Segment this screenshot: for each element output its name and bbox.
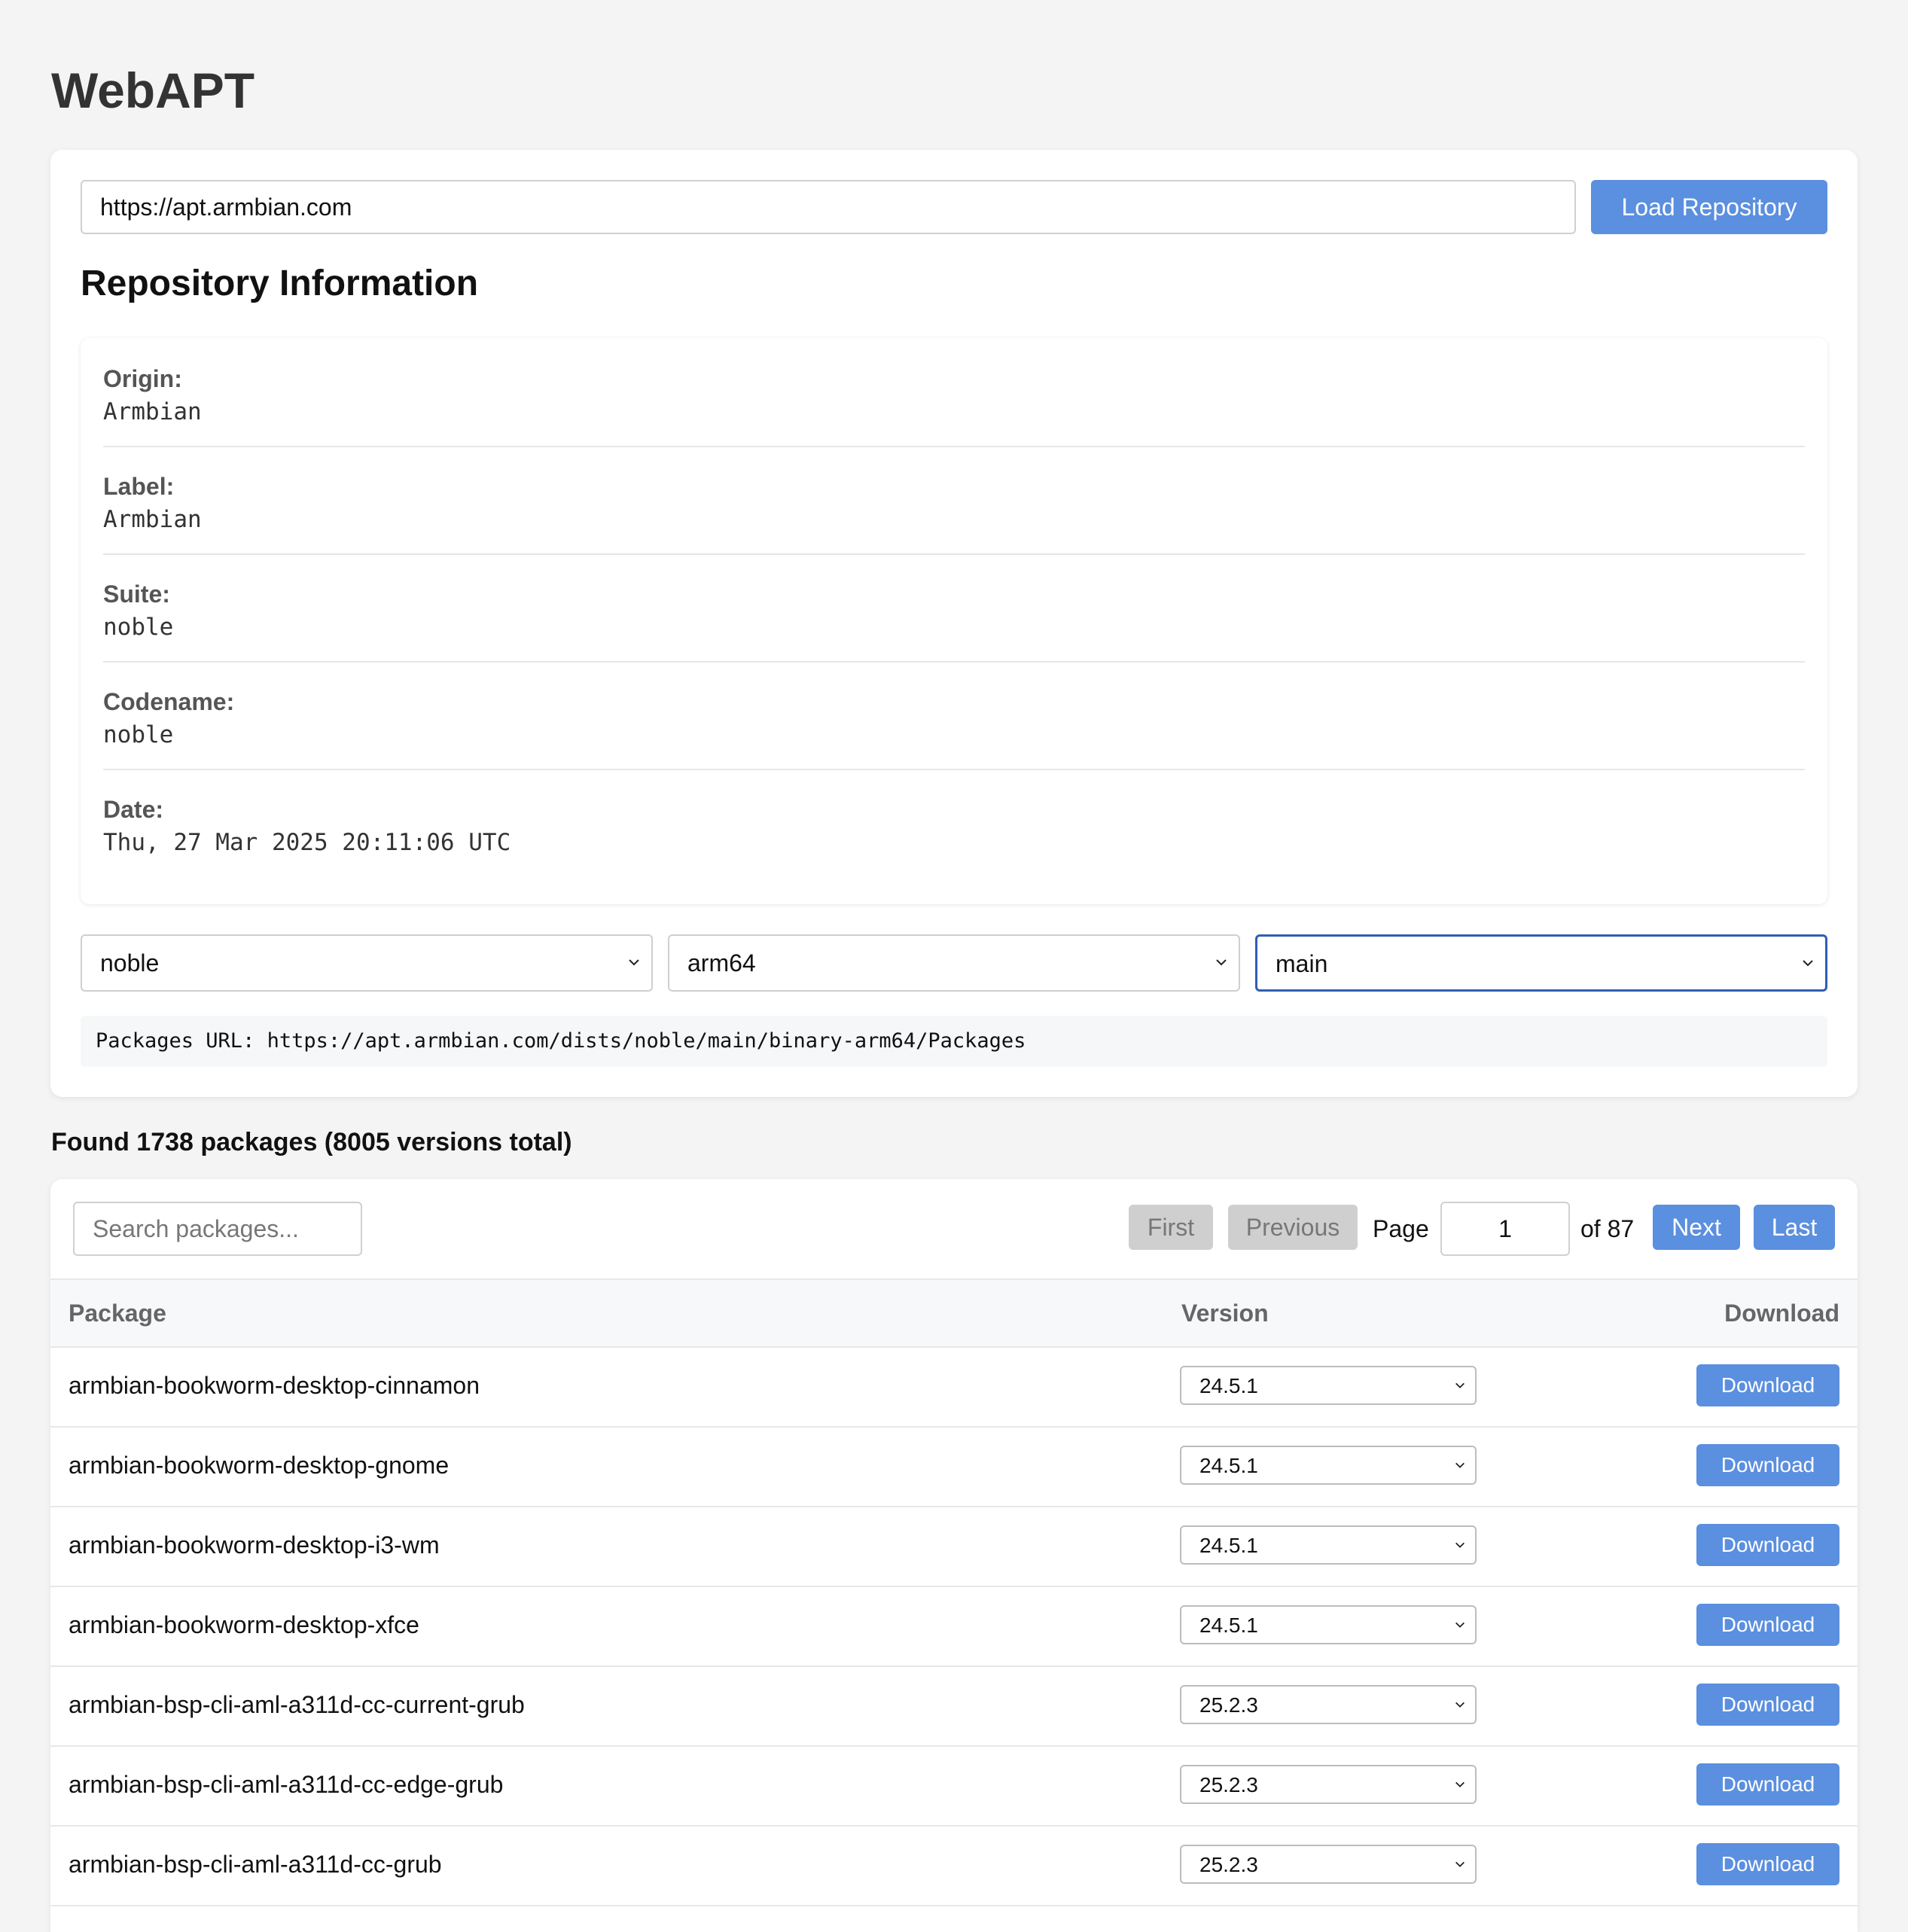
package-name: armbian-bsp-cli-aml-a311d-cc-current-gru…	[69, 1691, 525, 1718]
info-row-label: Label: Armbian	[103, 446, 1805, 555]
chevron-down-icon	[1455, 1382, 1465, 1388]
version-select-value: 25.2.3	[1199, 1853, 1258, 1876]
package-name: armbian-bsp-cli-aml-a311d-cc-edge-grub	[69, 1771, 504, 1798]
package-name: armbian-bookworm-desktop-cinnamon	[69, 1372, 480, 1399]
version-select-value: 25.2.3	[1199, 1693, 1258, 1717]
download-button[interactable]: Download	[1696, 1684, 1839, 1726]
chevron-down-icon	[1455, 1861, 1465, 1867]
version-select-value: 24.5.1	[1199, 1374, 1258, 1397]
first-page-button[interactable]: First	[1129, 1205, 1213, 1250]
table-row: armbian-bookworm-desktop-gnome 24.5.1 Do…	[50, 1426, 1858, 1507]
next-page-button[interactable]: Next	[1653, 1205, 1740, 1250]
package-name: armbian-bsp-cli-aml-a311d-cc-grub	[69, 1851, 442, 1878]
version-select[interactable]: 24.5.1	[1180, 1366, 1477, 1405]
download-button[interactable]: Download	[1696, 1364, 1839, 1406]
info-value: noble	[103, 721, 174, 748]
info-label: Codename:	[103, 688, 235, 715]
chevron-down-icon	[1216, 959, 1227, 966]
package-count-summary: Found 1738 packages (8005 versions total…	[51, 1128, 572, 1156]
chevron-down-icon	[1455, 1781, 1465, 1787]
info-value: Thu, 27 Mar 2025 20:11:06 UTC	[103, 829, 511, 856]
architecture-select[interactable]: arm64	[668, 934, 1240, 992]
chevron-down-icon	[1455, 1542, 1465, 1548]
info-label: Date:	[103, 796, 164, 823]
info-label: Suite:	[103, 581, 170, 608]
previous-page-button[interactable]: Previous	[1228, 1205, 1358, 1250]
download-button[interactable]: Download	[1696, 1843, 1839, 1885]
info-row-date: Date: Thu, 27 Mar 2025 20:11:06 UTC	[103, 769, 1805, 876]
component-select[interactable]: main	[1255, 934, 1827, 992]
load-repository-button[interactable]: Load Repository	[1591, 180, 1827, 234]
version-select[interactable]: 25.2.3	[1180, 1845, 1477, 1884]
chevron-down-icon	[1455, 1462, 1465, 1468]
info-value: Armbian	[103, 506, 202, 533]
download-button[interactable]: Download	[1696, 1524, 1839, 1566]
download-button[interactable]: Download	[1696, 1763, 1839, 1806]
column-header-version: Version	[1181, 1300, 1269, 1327]
table-row: armbian-bsp-cli-aml-a311d-cc-current-gru…	[50, 1665, 1858, 1747]
page-label: Page	[1373, 1215, 1429, 1242]
table-row: armbian-bookworm-desktop-cinnamon 24.5.1…	[50, 1346, 1858, 1428]
repository-url-input[interactable]	[81, 180, 1576, 234]
search-input[interactable]	[73, 1202, 362, 1256]
info-value: Armbian	[103, 398, 202, 425]
chevron-down-icon	[1803, 960, 1813, 967]
table-header: Package Version Download	[50, 1278, 1858, 1348]
package-name: armbian-bookworm-desktop-xfce	[69, 1611, 419, 1638]
package-name: armbian-bookworm-desktop-gnome	[69, 1452, 450, 1479]
table-row: armbian-bsp-cli-aml-a311d-cc-edge-grub 2…	[50, 1745, 1858, 1827]
info-label: Label:	[103, 473, 175, 500]
app-title: WebAPT	[51, 62, 255, 118]
repository-info-card: Origin: Armbian Label: Armbian Suite: no…	[81, 338, 1827, 904]
version-select[interactable]: 24.5.1	[1180, 1525, 1477, 1565]
version-select[interactable]: 25.2.3	[1180, 1685, 1477, 1724]
table-row: armbian-bookworm-desktop-i3-wm 24.5.1 Do…	[50, 1506, 1858, 1587]
chevron-down-icon	[629, 959, 639, 966]
version-select-value: 24.5.1	[1199, 1534, 1258, 1557]
info-label: Origin:	[103, 365, 182, 392]
version-select-value: 24.5.1	[1199, 1454, 1258, 1477]
version-select-value: 24.5.1	[1199, 1614, 1258, 1637]
distribution-select-value: noble	[100, 949, 160, 977]
repository-panel: Load Repository Repository Information O…	[50, 150, 1858, 1097]
column-header-package: Package	[69, 1300, 166, 1327]
download-button[interactable]: Download	[1696, 1444, 1839, 1486]
download-button[interactable]: Download	[1696, 1604, 1839, 1646]
architecture-select-value: arm64	[687, 949, 756, 977]
distribution-select[interactable]: noble	[81, 934, 653, 992]
packages-panel: First Previous Page of 87 Next Last Pack…	[50, 1179, 1858, 1932]
last-page-button[interactable]: Last	[1754, 1205, 1835, 1250]
info-row-origin: Origin: Armbian	[103, 338, 1805, 447]
total-pages-label: of 87	[1580, 1215, 1635, 1242]
version-select-value: 25.2.3	[1199, 1773, 1258, 1796]
chevron-down-icon	[1455, 1622, 1465, 1628]
version-select[interactable]: 24.5.1	[1180, 1605, 1477, 1644]
component-select-value: main	[1276, 950, 1328, 977]
version-select[interactable]: 25.2.3	[1180, 1765, 1477, 1804]
column-header-download: Download	[1724, 1300, 1839, 1327]
repository-info-heading: Repository Information	[81, 264, 479, 303]
packages-url-box: Packages URL: https://apt.armbian.com/di…	[81, 1016, 1827, 1067]
package-name: armbian-bookworm-desktop-i3-wm	[69, 1531, 440, 1559]
table-row: armbian-bsp-cli-aml-a311d-cc-grub 25.2.3…	[50, 1825, 1858, 1906]
packages-url-text: Packages URL: https://apt.armbian.com/di…	[96, 1029, 1026, 1053]
chevron-down-icon	[1455, 1702, 1465, 1708]
version-select[interactable]: 24.5.1	[1180, 1446, 1477, 1485]
table-row: armbian-bookworm-desktop-xfce 24.5.1 Dow…	[50, 1586, 1858, 1667]
info-row-codename: Codename: noble	[103, 661, 1805, 770]
page-number-input[interactable]	[1440, 1202, 1570, 1256]
info-row-suite: Suite: noble	[103, 553, 1805, 663]
info-value: noble	[103, 614, 174, 641]
